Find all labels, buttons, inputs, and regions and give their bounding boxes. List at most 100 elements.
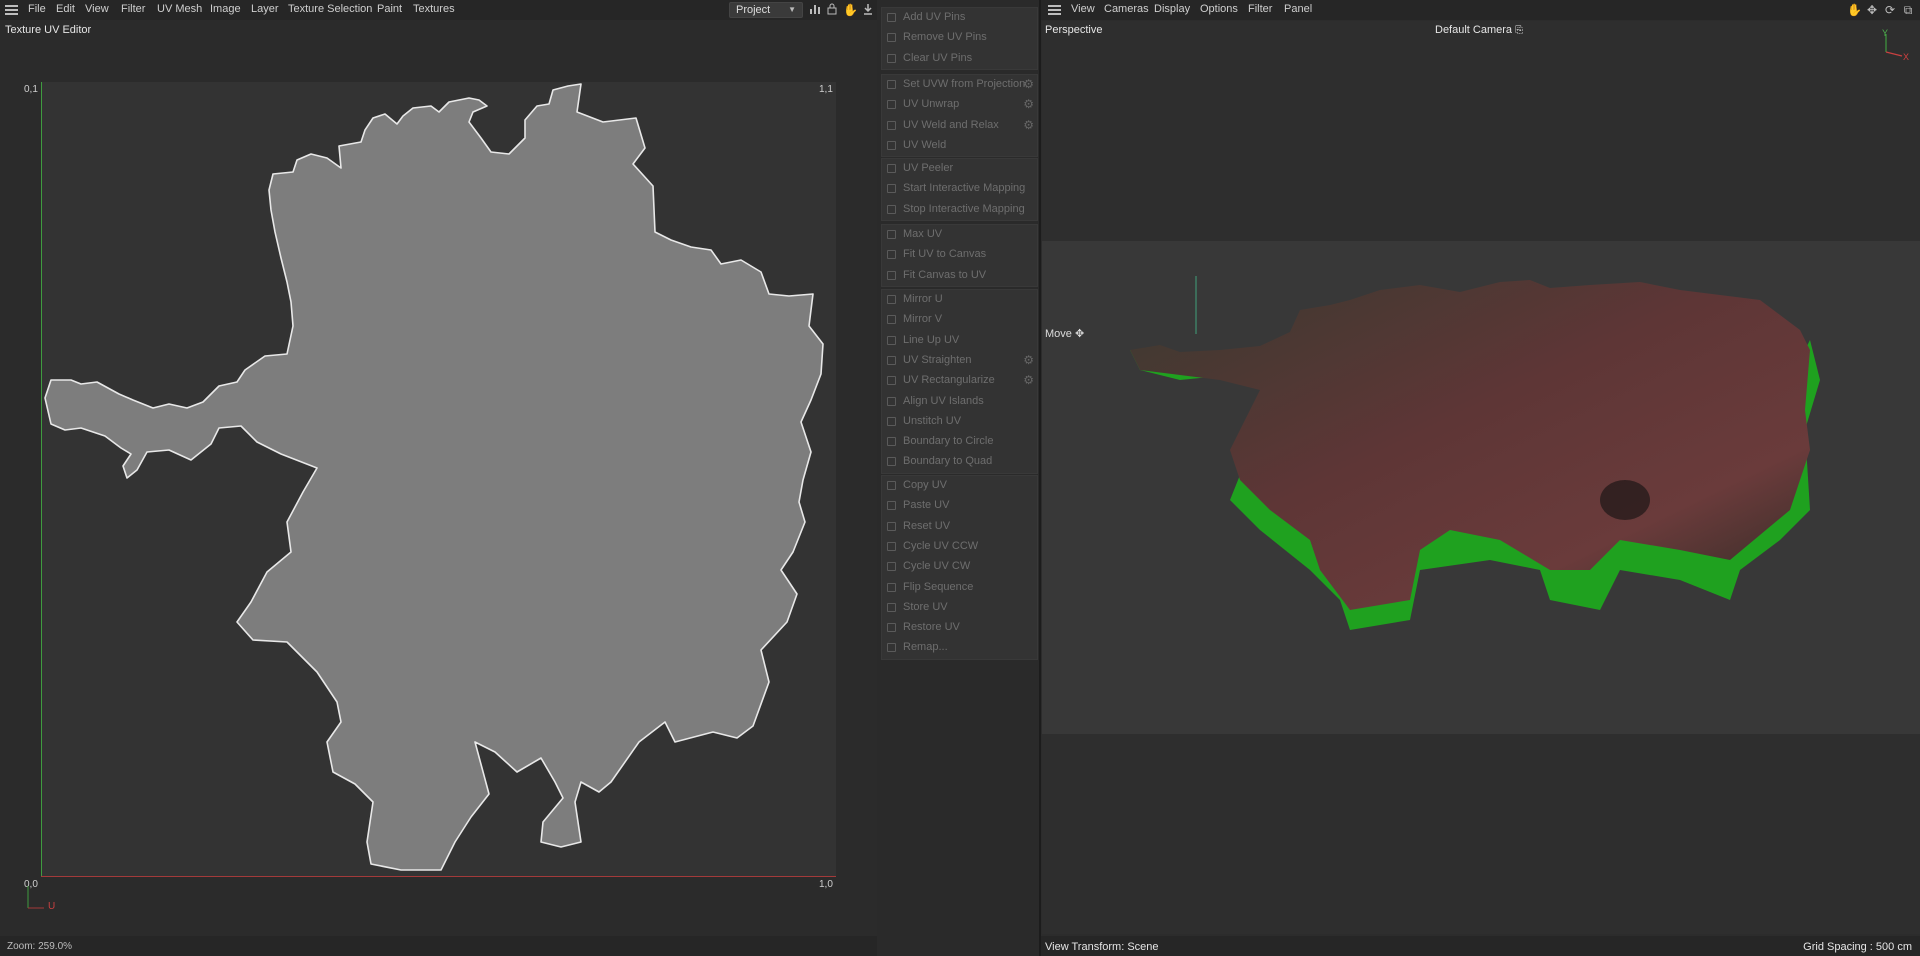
uv-command-label: Cycle UV CW [903, 560, 971, 572]
uv-command-button[interactable]: Copy UV [881, 476, 1038, 496]
histogram-icon[interactable] [808, 3, 822, 17]
uv-command-button[interactable]: Add UV Pins [881, 8, 1038, 28]
camera-name: Default Camera [1435, 24, 1513, 36]
gear-icon[interactable]: ⚙ [1023, 353, 1034, 367]
uv-command-button[interactable]: Restore UV [881, 618, 1038, 638]
uv-command-label: UV Weld and Relax [903, 119, 999, 131]
uv-command-button[interactable]: Fit Canvas to UV [881, 266, 1038, 286]
gear-icon[interactable]: ⚙ [1023, 373, 1034, 387]
uv-command-button[interactable]: Boundary to Circle [881, 432, 1038, 452]
uv-command-button[interactable]: Reset UV [881, 517, 1038, 537]
uv-command-button[interactable]: Boundary to Quad [881, 452, 1038, 472]
uv-island[interactable] [41, 82, 836, 876]
uv-command-button[interactable]: UV Peeler [881, 159, 1038, 179]
uv-command-button[interactable]: Max UV [881, 225, 1038, 245]
download-arrow-icon[interactable] [861, 3, 875, 17]
uv-command-button[interactable]: Flip Sequence [881, 578, 1038, 598]
uv-command-label: UV Unwrap [903, 98, 960, 110]
uv-command-button[interactable]: Align UV Islands [881, 392, 1038, 412]
rotate-view-icon[interactable]: ⟳ [1883, 3, 1897, 17]
copy-icon [887, 481, 896, 490]
uv-command-button[interactable]: Line Up UV [881, 331, 1038, 351]
uv-command-label: Start Interactive Mapping [903, 182, 1026, 194]
reset-icon [887, 522, 896, 531]
mirror-u-icon [887, 295, 896, 304]
camera-label[interactable]: Default Camera ⎘ [1435, 24, 1523, 36]
project-dropdown[interactable]: Project ▼ [729, 2, 803, 18]
pin-remove-icon [887, 33, 896, 42]
uv-command-button[interactable]: UV Rectangularize ⚙ [881, 371, 1038, 391]
grid-spacing-label: Grid Spacing : 500 cm [1803, 941, 1912, 953]
project-dropdown-value: Project [736, 4, 771, 16]
uv-command-button[interactable]: Fit UV to Canvas [881, 245, 1038, 265]
uv-command-button[interactable]: Unstitch UV [881, 412, 1038, 432]
max-icon [887, 230, 896, 239]
uv-command-button[interactable]: Start Interactive Mapping [881, 179, 1038, 199]
menu-textures[interactable]: Textures [413, 3, 455, 15]
menu-paint[interactable]: Paint [377, 3, 402, 15]
corner-label-top-left: 0,1 [24, 84, 38, 95]
uv-command-button[interactable]: Stop Interactive Mapping [881, 200, 1038, 220]
move-tool-icon: ✥ [1074, 328, 1085, 340]
gear-icon[interactable]: ⚙ [1023, 97, 1034, 111]
hand-pan-icon[interactable]: ✋ [843, 3, 858, 17]
uv-command-label: Mirror V [903, 313, 943, 325]
menu-view[interactable]: View [85, 3, 109, 15]
uv-command-button[interactable]: Store UV [881, 598, 1038, 618]
menu-file[interactable]: File [28, 3, 46, 15]
vp-menu-options[interactable]: Options [1200, 3, 1238, 15]
gear-icon[interactable]: ⚙ [1023, 77, 1034, 91]
hamburger-menu-icon[interactable] [5, 5, 18, 15]
maximize-view-icon[interactable]: ⧉ [1901, 3, 1915, 17]
uv-command-button[interactable]: Paste UV [881, 496, 1038, 516]
uv-command-button[interactable]: Cycle UV CW [881, 557, 1038, 577]
tool-label: Move ✥ [1045, 327, 1084, 340]
vp-menu-panel[interactable]: Panel [1284, 3, 1312, 15]
menu-image[interactable]: Image [210, 3, 241, 15]
terrain-3d-model[interactable] [1120, 270, 1840, 690]
uv-command-button[interactable]: UV Weld [881, 136, 1038, 156]
uv-command-button[interactable]: Clear UV Pins [881, 49, 1038, 69]
vp-menu-display[interactable]: Display [1154, 3, 1190, 15]
uv-command-button[interactable]: Set UVW from Projection ⚙ [881, 75, 1038, 95]
tool-name: Move [1045, 328, 1072, 340]
uv-command-button[interactable]: Mirror U [881, 290, 1038, 310]
menu-layer[interactable]: Layer [251, 3, 279, 15]
fit-uv-icon [887, 250, 896, 259]
move-view-icon[interactable]: ✥ [1865, 3, 1879, 17]
uv-command-label: Unstitch UV [903, 415, 962, 427]
uv-command-label: Align UV Islands [903, 395, 984, 407]
vp-menu-view[interactable]: View [1071, 3, 1095, 15]
uv-command-label: UV Weld [903, 139, 947, 151]
restore-icon [887, 623, 896, 632]
uv-editor-statusbar [0, 936, 877, 956]
play-icon [887, 184, 896, 193]
menu-uv-mesh[interactable]: UV Mesh [157, 3, 202, 15]
projection-icon [887, 80, 896, 89]
uv-command-label: Remove UV Pins [903, 31, 987, 43]
uv-command-button[interactable]: UV Straighten ⚙ [881, 351, 1038, 371]
view-name-label[interactable]: Perspective [1045, 24, 1102, 36]
uv-command-button[interactable]: UV Unwrap ⚙ [881, 95, 1038, 115]
vp-menu-cameras[interactable]: Cameras [1104, 3, 1149, 15]
vp-menu-filter[interactable]: Filter [1248, 3, 1272, 15]
cycle-ccw-icon [887, 542, 896, 551]
menu-edit[interactable]: Edit [56, 3, 75, 15]
gear-icon[interactable]: ⚙ [1023, 118, 1034, 132]
uv-command-label: Reset UV [903, 520, 951, 532]
uv-command-button[interactable]: Cycle UV CCW [881, 537, 1038, 557]
uv-command-button[interactable]: Mirror V [881, 310, 1038, 330]
align-icon [887, 397, 896, 406]
uv-command-button[interactable]: UV Weld and Relax ⚙ [881, 116, 1038, 136]
uv-command-button[interactable]: Remove UV Pins [881, 28, 1038, 48]
uv-command-label: UV Rectangularize [903, 374, 995, 386]
unstitch-icon [887, 417, 896, 426]
viewport-hamburger-icon[interactable] [1048, 5, 1061, 15]
lock-icon[interactable] [825, 3, 839, 17]
view-transform-label: View Transform: Scene [1045, 941, 1159, 953]
menu-texture-selection[interactable]: Texture Selection [288, 3, 372, 15]
menu-filter[interactable]: Filter [121, 3, 145, 15]
uv-command-button[interactable]: Remap... [881, 638, 1038, 658]
weld-icon [887, 141, 896, 150]
hand-pan-icon[interactable]: ✋ [1847, 3, 1862, 17]
